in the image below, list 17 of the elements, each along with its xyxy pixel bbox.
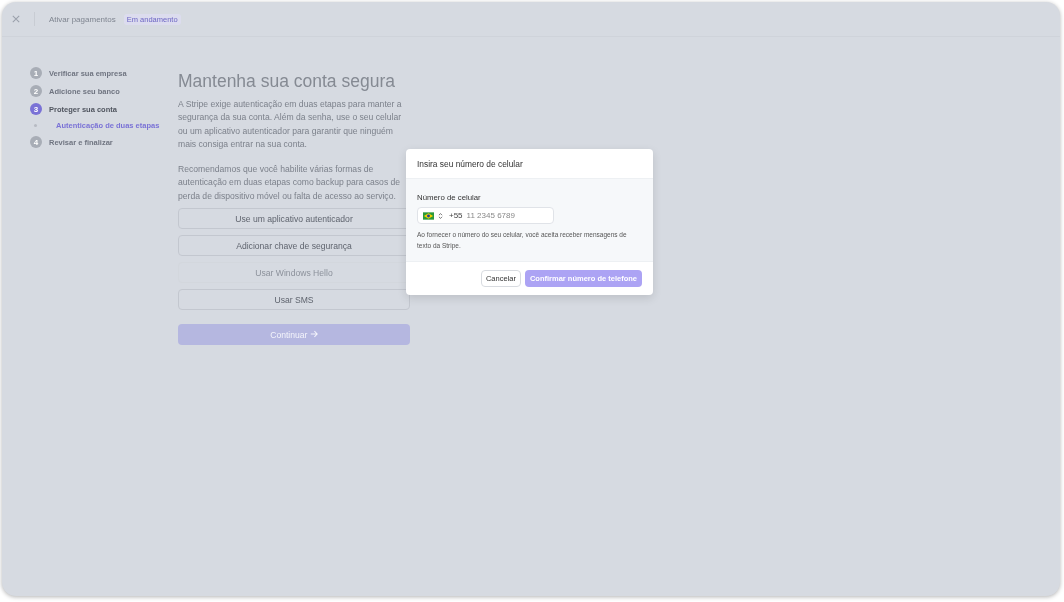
country-code: +55 bbox=[449, 211, 463, 220]
paragraph: Recomendamos que você habilite várias formas de autenticação em duas etapas como backup para casos de perda de dispositivo móvel ou falta de acesso ao serviço. bbox=[178, 163, 402, 203]
method-button[interactable]: Usar SMS bbox=[178, 289, 410, 311]
chevron-updown-icon bbox=[438, 211, 443, 220]
close-icon[interactable] bbox=[12, 15, 20, 23]
phone-input[interactable]: 11 2345 6789 bbox=[466, 211, 537, 220]
arrow-icon bbox=[309, 329, 318, 338]
step-number: 3 bbox=[30, 103, 42, 115]
step-number: 1 bbox=[30, 67, 42, 79]
step-number: 2 bbox=[30, 85, 42, 97]
page-title: Ativar pagamentos bbox=[49, 14, 116, 24]
dialog-title: Insira seu número de celular bbox=[416, 158, 524, 171]
phone-field[interactable]: +55 11 2345 6789 bbox=[417, 207, 554, 224]
heading: Mantenha sua conta segura bbox=[178, 71, 396, 92]
paragraph: A Stripe exige autenticação em duas etapas para manter a segurança da sua conta. Além da senha, use o seu celular ou um aplicativo autenticador para garantir que ninguém mais consiga entrar na sua conta. bbox=[178, 98, 403, 151]
flag-icon bbox=[423, 211, 434, 220]
step-number: 4 bbox=[30, 136, 42, 148]
